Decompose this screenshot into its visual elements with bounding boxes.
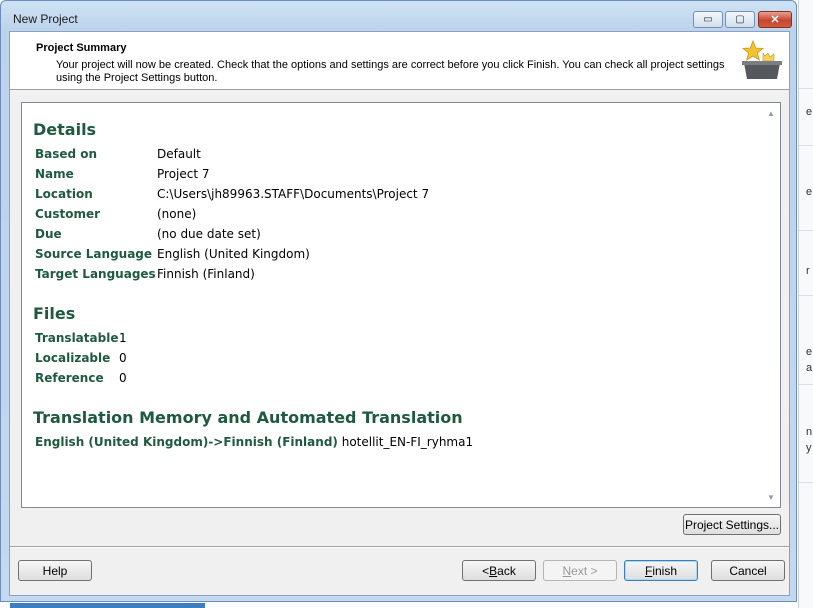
background-divider [799,230,813,231]
title-bar[interactable]: New Project ▭ ▢ ✕ [1,1,796,35]
cancel-button[interactable]: Cancel [711,560,785,581]
background-text-fragment: e [806,106,813,118]
language-pair-label: English (United Kingdom)->Finnish (Finla… [35,435,338,449]
back-label-prefix: < [482,563,490,578]
tm-row: English (United Kingdom)->Finnish (Finla… [35,433,473,451]
project-summary-panel[interactable]: Details Based on Default Name Project 7 Lo… [21,102,781,508]
project-wizard-star-icon [741,39,782,79]
background-text-fragment: r [806,265,810,277]
file-count: 1 [119,331,127,345]
detail-value: (none) [157,207,197,221]
finish-label-key: F [644,563,653,578]
finish-label-rest: inish [652,563,678,578]
help-button[interactable]: Help [18,560,92,581]
detail-value: Default [157,147,201,161]
close-button[interactable]: ✕ [758,11,792,28]
next-label-key: N [562,563,572,578]
files-heading: Files [33,304,76,323]
detail-row: Name Project 7 [35,165,210,183]
file-row: Localizable 0 [35,349,127,367]
detail-label: Due [35,227,62,241]
back-button[interactable]: < Back [462,560,536,581]
file-row: Reference 0 [35,369,127,387]
scroll-down-icon[interactable]: ▼ [767,493,775,502]
minimize-icon: ▭ [703,14,713,25]
new-project-dialog: New Project ▭ ▢ ✕ Project Summary Your p… [0,0,797,602]
background-text-fragment: y [806,442,812,454]
tm-name: hotellit_EN-FI_ryhma1 [341,435,474,449]
detail-value: English (United Kingdom) [157,247,310,261]
detail-value: Finnish (Finland) [157,267,255,281]
detail-row: Location C:\Users\jh89963.STAFF\Documents… [35,185,429,203]
background-divider [799,384,813,385]
detail-label: Customer [35,207,101,221]
detail-label: Location [35,187,93,201]
maximize-button[interactable]: ▢ [725,11,755,28]
detail-row: Customer (none) [35,205,196,223]
file-label: Localizable [35,351,111,365]
background-text-fragment: e [806,346,813,358]
minimize-button[interactable]: ▭ [693,11,723,28]
file-count: 0 [119,371,127,385]
detail-label: Target Languages [35,267,156,281]
background-text-fragment: n [806,426,813,438]
footer-divider [10,546,789,548]
dialog-body: Project Summary Your project will now be… [9,31,790,596]
file-label: Translatable [35,331,119,345]
window-title: New Project [13,12,78,26]
background-text-fragment: e [806,186,813,198]
tm-heading: Translation Memory and Automated Transla… [33,408,463,427]
project-settings-button[interactable]: Project Settings... [683,514,781,535]
vertical-scrollbar[interactable]: ▲ ▼ [763,103,780,507]
detail-row: Due (no due date set) [35,225,261,243]
detail-value: C:\Users\jh89963.STAFF\Documents\Project… [157,187,430,201]
page-description: Your project will now be created. Check … [56,59,725,84]
file-row: Translatable 1 [35,329,127,347]
finish-button[interactable]: Finish [624,560,698,581]
maximize-icon: ▢ [735,14,745,25]
details-heading: Details [33,120,97,139]
close-icon: ✕ [770,14,780,26]
next-button[interactable]: Next > [543,560,617,581]
scroll-up-icon[interactable]: ▲ [767,109,775,118]
background-divider [799,145,813,146]
detail-value: Project 7 [157,167,210,181]
file-label: Reference [35,371,104,385]
background-divider [799,88,813,89]
detail-label: Based on [35,147,98,161]
detail-row: Target Languages Finnish (Finland) [35,265,255,283]
next-label-rest: ext > [571,563,598,578]
file-count: 0 [119,351,127,365]
back-label-rest: ack [497,563,516,578]
wizard-header: Project Summary Your project will now be… [10,32,789,90]
background-window-edge [798,0,813,608]
detail-label: Source Language [35,247,153,261]
background-divider [799,295,813,296]
background-taskbar-strip [10,603,205,608]
background-text-fragment: a [806,362,813,374]
detail-label: Name [35,167,74,181]
back-label-key: B [489,563,498,578]
background-divider [799,482,813,483]
detail-value: (no due date set) [157,227,261,241]
detail-row: Based on Default [35,145,201,163]
detail-row: Source Language English (United Kingdom) [35,245,310,263]
page-title: Project Summary [36,42,127,54]
